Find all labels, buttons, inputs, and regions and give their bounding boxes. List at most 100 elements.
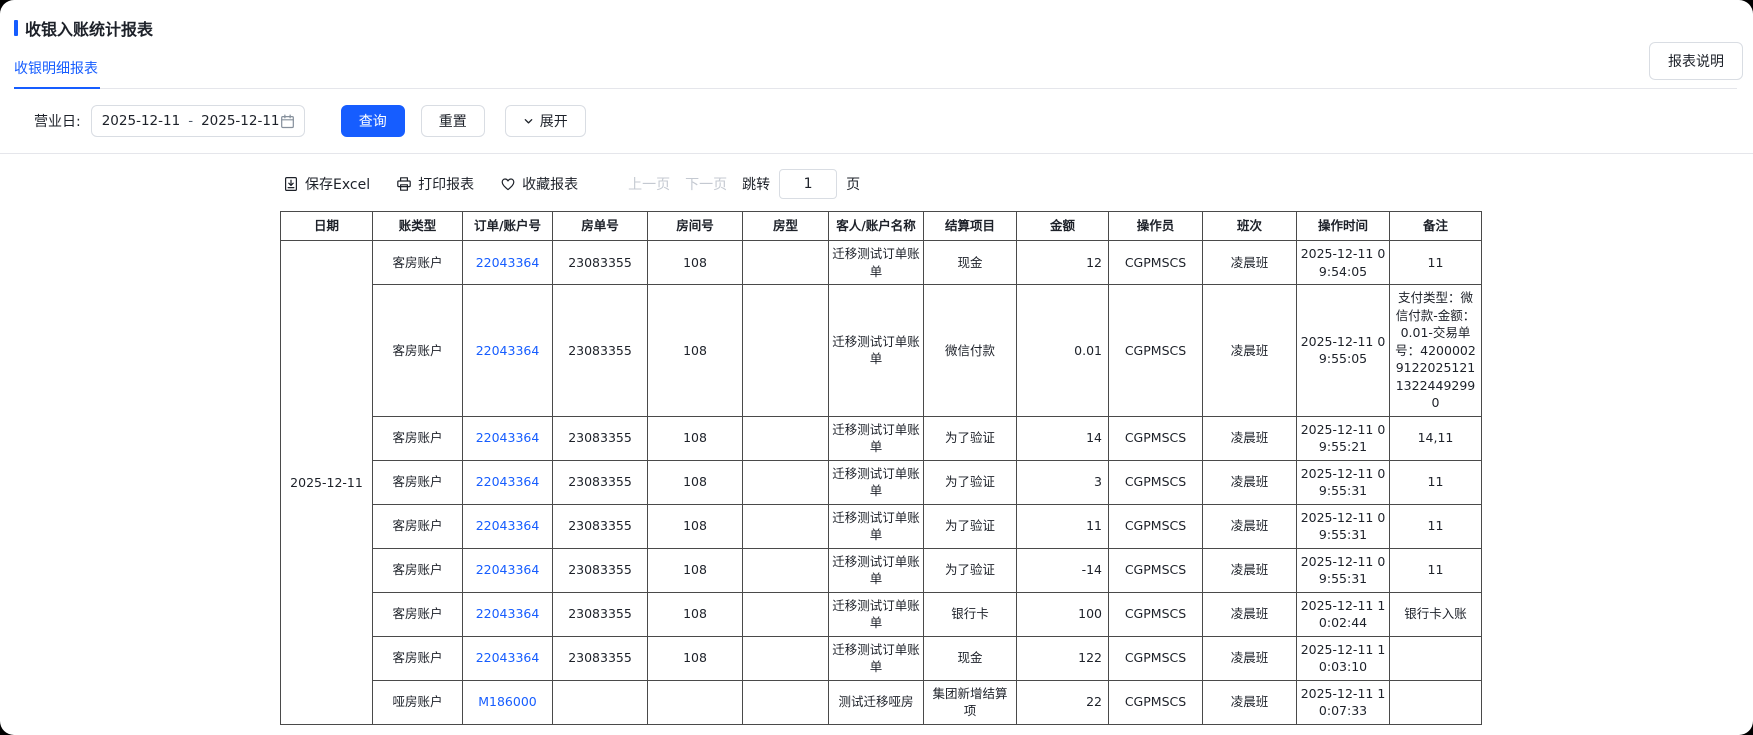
room-type-cell <box>742 415 829 461</box>
order-number-link[interactable]: M186000 <box>478 694 537 709</box>
order-number-link[interactable]: 22043364 <box>476 430 540 445</box>
account-type-cell: 客房账户 <box>372 240 463 285</box>
settle-item-cell: 现金 <box>923 635 1017 681</box>
query-button[interactable]: 查询 <box>340 105 405 137</box>
operator-cell: CGPMSCS <box>1108 547 1203 593</box>
operator-cell: CGPMSCS <box>1108 635 1203 681</box>
page-number-input[interactable] <box>779 169 838 199</box>
table-row: 2025-12-11 客房账户 22043364 23083355 108 迁移测试订单账… <box>280 240 1482 725</box>
account-type-cell: 客房账户 <box>372 547 463 593</box>
report-toolbar: 保存Excel 打印报表 收藏报表 上一页 下一页 跳转 1 页 <box>283 169 1753 199</box>
date-range-picker[interactable]: 2025-12-11 - 2025-12-11 <box>90 105 305 137</box>
favorite-report-label: 收藏报表 <box>522 177 579 193</box>
order-number-link[interactable]: 22043364 <box>476 343 540 358</box>
filter-row: 营业日: 2025-12-11 - 2025-12-11 查询 重置 展开 <box>34 105 1753 137</box>
next-page-button[interactable]: 下一页 <box>685 174 727 194</box>
room-number-cell: 108 <box>647 591 743 637</box>
expand-button-label: 展开 <box>539 114 568 130</box>
page-header: 收银入账统计报表 报表说明 收银明细报表 <box>0 0 1753 89</box>
remark-cell: 11 <box>1389 547 1482 593</box>
save-excel-button[interactable]: 保存Excel <box>283 174 370 194</box>
guest-name-cell: 迁移测试订单账单 <box>828 459 924 505</box>
shift-cell: 凌晨班 <box>1202 240 1297 285</box>
amount-cell: 0.01 <box>1016 284 1109 417</box>
operation-time-cell: 2025-12-11 10:02:44 <box>1296 591 1390 637</box>
column-header: 操作员 <box>1108 211 1203 241</box>
order-number-cell: 22043364 <box>462 240 553 285</box>
calendar-icon <box>280 114 295 129</box>
amount-cell: 22 <box>1016 679 1109 725</box>
shift-cell: 凌晨班 <box>1202 415 1297 461</box>
column-header: 账类型 <box>372 211 463 241</box>
amount-cell: 3 <box>1016 459 1109 505</box>
tab-cashier-detail-report[interactable]: 收银明细报表 <box>14 58 100 89</box>
page-title-row: 收银入账统计报表 <box>14 16 1737 40</box>
prev-page-button[interactable]: 上一页 <box>628 174 670 194</box>
order-number-cell: 22043364 <box>462 591 553 637</box>
guest-name-cell: 迁移测试订单账单 <box>828 635 924 681</box>
column-header: 房间号 <box>647 211 743 241</box>
shift-cell: 凌晨班 <box>1202 547 1297 593</box>
room-type-cell <box>742 503 829 549</box>
operator-cell: CGPMSCS <box>1108 240 1203 285</box>
settle-item-cell: 微信付款 <box>923 284 1017 417</box>
operator-cell: CGPMSCS <box>1108 284 1203 417</box>
shift-cell: 凌晨班 <box>1202 284 1297 417</box>
expand-button[interactable]: 展开 <box>504 105 586 137</box>
order-number-link[interactable]: 22043364 <box>476 606 540 621</box>
app-window: 收银入账统计报表 报表说明 收银明细报表 营业日: 2025-12-11 - 2… <box>0 0 1753 735</box>
room-number-cell <box>647 679 743 725</box>
account-type-cell: 客房账户 <box>372 415 463 461</box>
guest-name-cell: 迁移测试订单账单 <box>828 503 924 549</box>
column-header: 订单/账户号 <box>462 211 553 241</box>
amount-cell: 122 <box>1016 635 1109 681</box>
settle-item-cell: 为了验证 <box>923 459 1017 505</box>
operator-cell: CGPMSCS <box>1108 591 1203 637</box>
room-number-cell: 108 <box>647 415 743 461</box>
table-row: 客房账户 22043364 23083355 108 迁移测试订单账单 现金 122 CGPM… <box>281 635 1482 681</box>
room-bill-number-cell: 23083355 <box>552 591 648 637</box>
settle-item-cell: 现金 <box>923 240 1017 285</box>
order-number-link[interactable]: 22043364 <box>476 650 540 665</box>
favorite-report-button[interactable]: 收藏报表 <box>500 174 578 194</box>
operator-cell: CGPMSCS <box>1108 415 1203 461</box>
room-number-cell: 108 <box>647 635 743 681</box>
report-table: 日期 账类型 订单/账户号 房单号 房间号 房型 客人/账户名称 结算项目 金额 操作员 班次 操作时… <box>280 211 1482 725</box>
printer-icon <box>396 176 412 192</box>
room-bill-number-cell: 23083355 <box>552 240 648 285</box>
order-number-cell: 22043364 <box>462 284 553 417</box>
table-row: 客房账户 22043364 23083355 108 迁移测试订单账单 微信付款 0.01 C… <box>281 284 1482 417</box>
order-number-link[interactable]: 22043364 <box>476 255 540 270</box>
order-number-cell: 22043364 <box>462 503 553 549</box>
report-description-button[interactable]: 报表说明 <box>1649 42 1743 80</box>
account-type-cell: 客房账户 <box>372 635 463 681</box>
business-date-label: 营业日: <box>34 114 81 130</box>
print-report-button[interactable]: 打印报表 <box>396 174 474 194</box>
remark-cell: 11 <box>1389 240 1482 285</box>
reset-button[interactable]: 重置 <box>420 105 485 137</box>
operation-time-cell: 2025-12-11 10:03:10 <box>1296 635 1390 681</box>
room-number-cell: 108 <box>647 240 743 285</box>
table-body: 2025-12-11 客房账户 22043364 23083355 108 迁移测试订单账… <box>280 240 1482 725</box>
room-number-cell: 108 <box>647 459 743 505</box>
settle-item-cell: 为了验证 <box>923 547 1017 593</box>
remark-cell <box>1389 679 1482 725</box>
guest-name-cell: 迁移测试订单账单 <box>828 415 924 461</box>
room-number-cell: 108 <box>647 547 743 593</box>
pagination: 上一页 下一页 跳转 页 <box>628 169 860 199</box>
amount-cell: 11 <box>1016 503 1109 549</box>
operator-cell: CGPMSCS <box>1108 459 1203 505</box>
operation-time-cell: 2025-12-11 09:55:31 <box>1296 459 1390 505</box>
order-number-link[interactable]: 22043364 <box>476 518 540 533</box>
order-number-link[interactable]: 22043364 <box>476 562 540 577</box>
room-bill-number-cell: 23083355 <box>552 503 648 549</box>
room-bill-number-cell <box>552 679 648 725</box>
guest-name-cell: 迁移测试订单账单 <box>828 547 924 593</box>
order-number-link[interactable]: 22043364 <box>476 474 540 489</box>
shift-cell: 凌晨班 <box>1202 635 1297 681</box>
table-row: 客房账户 22043364 23083355 108 迁移测试订单账单 为了验证 -14 CG… <box>281 547 1482 593</box>
date-end-value: 2025-12-11 <box>201 113 280 129</box>
column-header: 日期 <box>280 211 373 241</box>
room-bill-number-cell: 23083355 <box>552 284 648 417</box>
page-unit-label: 页 <box>846 177 861 193</box>
